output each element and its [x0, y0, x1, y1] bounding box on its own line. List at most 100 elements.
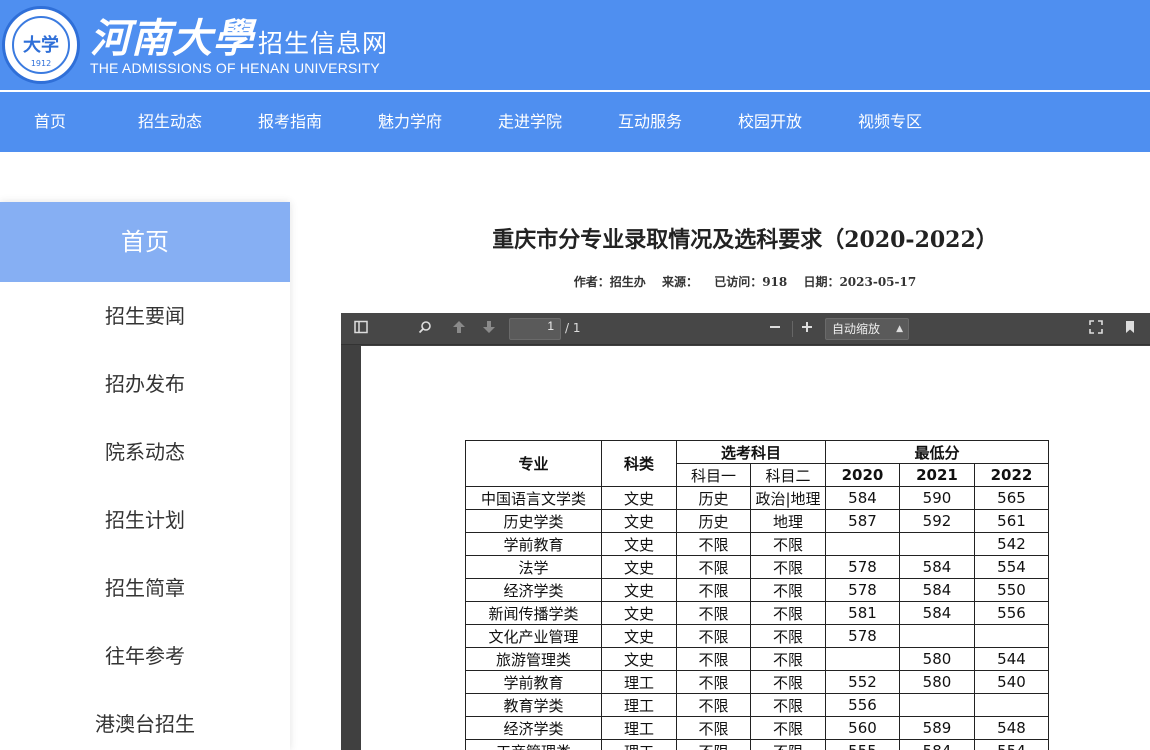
- arrow-down-icon[interactable]: [479, 319, 499, 339]
- cell-subject2: 不限: [750, 555, 826, 579]
- cell-score-2022: 550: [974, 578, 1049, 602]
- sidebar-item-office-release[interactable]: 招办发布: [0, 350, 290, 418]
- cell-score-2021: [899, 624, 975, 648]
- cell-score-2020: 556: [825, 693, 900, 717]
- sidebar-title[interactable]: 首页: [0, 202, 290, 282]
- cell-major: 旅游管理类: [465, 647, 602, 671]
- cell-score-2021: [899, 693, 975, 717]
- score-table: 专业 科类 选考科目 最低分 科目一 科目二 2020 2021 2022 中国…: [465, 440, 1049, 750]
- table-row: 新闻传播学类 文史 不限 不限 581 584 556: [465, 601, 1049, 625]
- nav-item-colleges[interactable]: 走进学院: [480, 92, 580, 152]
- nav-item-guide[interactable]: 报考指南: [240, 92, 340, 152]
- zoom-select-value: 自动缩放: [832, 322, 881, 336]
- article-date: 日期：2023-05-17: [803, 275, 917, 289]
- header-year-2021: 2021: [899, 463, 975, 487]
- cell-score-2022: 548: [974, 716, 1049, 740]
- cell-score-2020: 584: [825, 486, 900, 510]
- cell-subject1: 不限: [676, 716, 751, 740]
- cell-subject2: 不限: [750, 624, 826, 648]
- cell-subject2: 不限: [750, 670, 826, 694]
- cell-score-2020: [825, 647, 900, 671]
- cell-score-2020: 560: [825, 716, 900, 740]
- search-icon[interactable]: [415, 319, 435, 339]
- cell-score-2020: 578: [825, 624, 900, 648]
- table-row: 文化产业管理 文史 不限 不限 578: [465, 624, 1049, 648]
- header-year-2020: 2020: [825, 463, 900, 487]
- cell-score-2022: [974, 693, 1049, 717]
- cell-subject2: 不限: [750, 532, 826, 556]
- zoom-in-icon[interactable]: [797, 319, 817, 339]
- nav-item-home[interactable]: 首页: [0, 92, 100, 152]
- sidebar-toggle-icon[interactable]: [351, 319, 371, 339]
- cell-subject2: 不限: [750, 693, 826, 717]
- zoom-select[interactable]: 自动缩放 ▲: [825, 318, 909, 340]
- cell-score-2022: 561: [974, 509, 1049, 533]
- page-number-input[interactable]: 1: [509, 318, 561, 340]
- arrow-up-icon[interactable]: [449, 319, 469, 339]
- zoom-out-icon[interactable]: [765, 319, 785, 339]
- header-year-2022: 2022: [974, 463, 1049, 487]
- fullscreen-icon[interactable]: [1086, 319, 1106, 339]
- article-author: 作者：招生办: [573, 275, 646, 289]
- cell-score-2022: 540: [974, 670, 1049, 694]
- cell-major: 经济学类: [465, 578, 602, 602]
- score-table-body: 中国语言文学类 文史 历史 政治|地理 584 590 565 历史学类 文史 历史 地理 587 59…: [465, 486, 1049, 750]
- sidebar-item-brochure[interactable]: 招生简章: [0, 554, 290, 622]
- sidebar-item-hk-macau-taiwan[interactable]: 港澳台招生: [0, 690, 290, 750]
- cell-score-2020: 581: [825, 601, 900, 625]
- brand-sub-title: 招生信息网: [258, 29, 389, 58]
- nav-item-campus-open[interactable]: 校园开放: [720, 92, 820, 152]
- cell-major: 新闻传播学类: [465, 601, 602, 625]
- table-row: 旅游管理类 文史 不限 不限 580 544: [465, 647, 1049, 671]
- cell-category: 理工: [601, 739, 677, 750]
- cell-subject2: 不限: [750, 647, 826, 671]
- toolbar-separator: [792, 321, 793, 337]
- cell-score-2021: 592: [899, 509, 975, 533]
- cell-score-2020: 578: [825, 555, 900, 579]
- cell-score-2020: 578: [825, 578, 900, 602]
- table-row: 教育学类 理工 不限 不限 556: [465, 693, 1049, 717]
- main-nav: 首页 招生动态 报考指南 魅力学府 走进学院 互动服务 校园开放 视频专区: [0, 92, 1150, 152]
- site-brand[interactable]: 河南大學 招生信息网: [90, 6, 388, 64]
- cell-major: 法学: [465, 555, 602, 579]
- page-total: / 1: [565, 321, 581, 335]
- cell-subject1: 不限: [676, 739, 751, 750]
- nav-item-video[interactable]: 视频专区: [840, 92, 940, 152]
- chevron-updown-icon: ▲: [896, 324, 903, 334]
- nav-item-charm[interactable]: 魅力学府: [360, 92, 460, 152]
- pdf-viewer: 1 / 1 自动缩放 ▲ 专业 科类 选考科目 最低分 科目一 科目二 2020…: [341, 313, 1150, 750]
- cell-major: 中国语言文学类: [465, 486, 602, 510]
- nav-item-interact[interactable]: 互动服务: [600, 92, 700, 152]
- cell-category: 文史: [601, 601, 677, 625]
- cell-score-2021: 584: [899, 578, 975, 602]
- cell-score-2021: [899, 532, 975, 556]
- seal-mark: 大学: [23, 35, 59, 56]
- cell-category: 文史: [601, 578, 677, 602]
- cell-subject1: 不限: [676, 624, 751, 648]
- nav-item-news[interactable]: 招生动态: [120, 92, 220, 152]
- header-subject1: 科目一: [676, 463, 751, 487]
- sidebar-item-admission-news[interactable]: 招生要闻: [0, 282, 290, 350]
- sidebar-item-department-news[interactable]: 院系动态: [0, 418, 290, 486]
- cell-score-2021: 584: [899, 555, 975, 579]
- cell-category: 文史: [601, 555, 677, 579]
- university-seal-logo[interactable]: 大学 1912: [2, 6, 80, 84]
- article-visits: 已访问：918: [714, 275, 788, 289]
- cell-major: 工商管理类: [465, 739, 602, 750]
- cell-score-2022: 556: [974, 601, 1049, 625]
- sidebar-item-past-reference[interactable]: 往年参考: [0, 622, 290, 690]
- cell-score-2021: 580: [899, 670, 975, 694]
- table-row: 历史学类 文史 历史 地理 587 592 561: [465, 509, 1049, 533]
- sidebar-item-admission-plan[interactable]: 招生计划: [0, 486, 290, 554]
- pdf-toolbar: 1 / 1 自动缩放 ▲: [341, 313, 1150, 345]
- cell-subject2: 地理: [750, 509, 826, 533]
- cell-subject1: 不限: [676, 647, 751, 671]
- article-source: 来源：: [661, 275, 698, 289]
- cell-subject2: 不限: [750, 578, 826, 602]
- cell-subject2: 不限: [750, 716, 826, 740]
- cell-category: 文史: [601, 647, 677, 671]
- cell-category: 文史: [601, 624, 677, 648]
- cell-subject1: 不限: [676, 693, 751, 717]
- cell-category: 文史: [601, 532, 677, 556]
- bookmark-icon[interactable]: [1120, 319, 1140, 339]
